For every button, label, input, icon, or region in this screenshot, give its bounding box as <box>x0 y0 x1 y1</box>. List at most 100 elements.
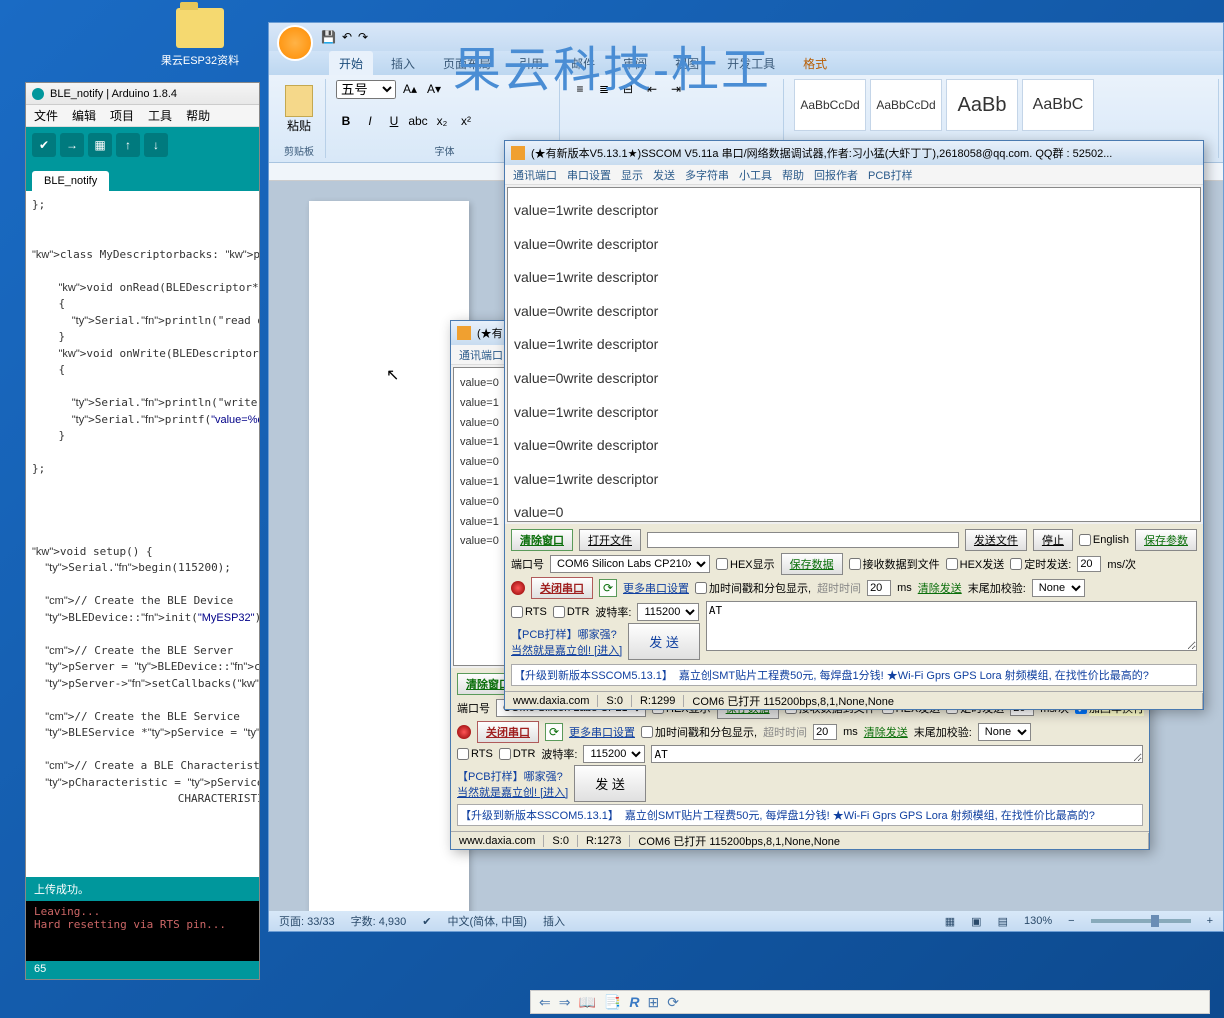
stop-button[interactable]: 停止 <box>1033 529 1073 551</box>
numbering-icon[interactable]: ≣ <box>594 79 614 99</box>
insert-mode[interactable]: 插入 <box>543 913 565 929</box>
more-serial-link[interactable]: 更多串口设置 <box>623 580 689 596</box>
menu-feedback[interactable]: 回报作者 <box>814 167 858 183</box>
shrink-font-icon[interactable]: A▾ <box>424 79 444 99</box>
underline-button[interactable]: U <box>384 111 404 131</box>
rts-check[interactable]: RTS <box>511 606 547 618</box>
new-button[interactable]: ▦ <box>88 133 112 157</box>
verify-button[interactable]: ✔ <box>32 133 56 157</box>
proofing-icon[interactable]: ✔ <box>422 915 431 928</box>
nav-expand-icon[interactable]: ⊞ <box>647 994 659 1011</box>
undo-icon[interactable]: ↶ <box>342 30 352 44</box>
multilevel-icon[interactable]: ⊟ <box>618 79 638 99</box>
page-indicator[interactable]: 页面: 33/33 <box>279 913 335 929</box>
menu-sketch[interactable]: 项目 <box>110 107 134 124</box>
checksum-select[interactable]: None <box>1032 579 1085 597</box>
timeout-input[interactable] <box>867 580 891 596</box>
word-count[interactable]: 字数: 4,930 <box>351 913 407 929</box>
nav-index-icon[interactable]: 📑 <box>604 994 621 1011</box>
desktop-folder[interactable]: 果云ESP32资料 <box>160 8 240 68</box>
clear-window-button[interactable]: 清除窗口 <box>511 529 573 551</box>
reload-button[interactable]: ⟳ <box>599 579 617 597</box>
tab-references[interactable]: 引用 <box>509 51 553 76</box>
nav-prev-icon[interactable]: ⇐ <box>539 994 551 1011</box>
code-editor[interactable]: }; "kw">class MyDescriptorbacks: "kw">pu… <box>26 191 259 877</box>
hex-show-check[interactable]: HEX显示 <box>716 556 775 572</box>
style-normal[interactable]: AaBbCcDd <box>794 79 866 131</box>
menu-help[interactable]: 帮助 <box>186 107 210 124</box>
superscript-button[interactable]: x² <box>456 111 476 131</box>
nav-next-icon[interactable]: ⇒ <box>559 994 571 1011</box>
tab-insert[interactable]: 插入 <box>381 51 425 76</box>
save-button[interactable]: ↓ <box>144 133 168 157</box>
tx-input[interactable]: AT <box>651 745 1143 763</box>
dtr-check[interactable]: DTR <box>553 606 590 618</box>
tab-layout[interactable]: 页面布局 <box>433 51 501 76</box>
timestamp-check[interactable]: 加时间戳和分包显示, <box>695 580 811 596</box>
menu-pcb[interactable]: PCB打样 <box>868 167 913 183</box>
reload-button[interactable]: ⟳ <box>545 723 563 741</box>
clear-send-link[interactable]: 清除发送 <box>864 724 908 740</box>
rx-to-file-check[interactable]: 接收数据到文件 <box>849 556 940 572</box>
send-file-button[interactable]: 发送文件 <box>965 529 1027 551</box>
upload-button[interactable]: → <box>60 133 84 157</box>
menu-multi-string[interactable]: 多字符串 <box>685 167 729 183</box>
grow-font-icon[interactable]: A▴ <box>400 79 420 99</box>
upgrade-link[interactable]: 【升级到新版本SSCOM5.13.1】 <box>514 667 673 683</box>
menu-tools[interactable]: 工具 <box>148 107 172 124</box>
timeout-input[interactable] <box>813 724 837 740</box>
zoom-in-icon[interactable]: + <box>1207 915 1213 927</box>
bold-button[interactable]: B <box>336 111 356 131</box>
style-heading1[interactable]: AaBb <box>946 79 1018 131</box>
bullets-icon[interactable]: ≡ <box>570 79 590 99</box>
menu-file[interactable]: 文件 <box>34 107 58 124</box>
view-print-icon[interactable]: ▦ <box>945 915 955 928</box>
style-heading2[interactable]: AaBbC <box>1022 79 1094 131</box>
more-serial-link[interactable]: 更多串口设置 <box>569 724 635 740</box>
menu-serial-settings[interactable]: 串口设置 <box>567 167 611 183</box>
word-titlebar[interactable]: 💾 ↶ ↷ <box>269 23 1223 51</box>
strike-button[interactable]: abc <box>408 111 428 131</box>
baud-select[interactable]: 115200 <box>583 745 645 763</box>
close-port-button[interactable]: 关闭串口 <box>531 577 593 599</box>
arduino-titlebar[interactable]: BLE_notify | Arduino 1.8.4 <box>26 83 259 105</box>
interval-input[interactable] <box>1077 556 1101 572</box>
checksum-select[interactable]: None <box>978 723 1031 741</box>
subscript-button[interactable]: x₂ <box>432 111 452 131</box>
zoom-slider[interactable] <box>1091 919 1191 923</box>
open-file-button[interactable]: 打开文件 <box>579 529 641 551</box>
menu-edit[interactable]: 编辑 <box>72 107 96 124</box>
zoom-level[interactable]: 130% <box>1024 915 1052 927</box>
close-port-button[interactable]: 关闭串口 <box>477 721 539 743</box>
save-params-button[interactable]: 保存参数 <box>1135 529 1197 551</box>
indent-dec-icon[interactable]: ⇤ <box>642 79 662 99</box>
port-select[interactable]: COM6 Silicon Labs CP210x U <box>550 555 710 573</box>
sketch-tab[interactable]: BLE_notify <box>32 171 109 191</box>
footer-site[interactable]: www.daxia.com <box>451 835 544 847</box>
clear-send-link[interactable]: 清除发送 <box>918 580 962 596</box>
open-button[interactable]: ↑ <box>116 133 140 157</box>
menu-display[interactable]: 显示 <box>621 167 643 183</box>
view-fullscreen-icon[interactable]: ▣ <box>971 915 981 928</box>
hex-send-check[interactable]: HEX发送 <box>946 556 1005 572</box>
nav-refresh-icon[interactable]: ⟳ <box>667 994 679 1011</box>
english-check[interactable]: English <box>1079 534 1129 546</box>
paste-button[interactable]: 粘贴 <box>279 79 319 139</box>
save-icon[interactable]: 💾 <box>321 30 336 44</box>
file-path-input[interactable] <box>647 532 959 548</box>
sscom-front-titlebar[interactable]: (★有新版本V5.13.1★)SSCOM V5.11a 串口/网络数据调试器,作… <box>505 141 1203 165</box>
upgrade-link[interactable]: 【升级到新版本SSCOM5.13.1】 <box>460 807 619 823</box>
save-data-button[interactable]: 保存数据 <box>781 553 843 575</box>
tab-view[interactable]: 视图 <box>665 51 709 76</box>
menu-help[interactable]: 帮助 <box>782 167 804 183</box>
timed-send-check[interactable]: 定时发送: <box>1010 556 1071 572</box>
timestamp-check[interactable]: 加时间戳和分包显示, <box>641 724 757 740</box>
tab-home[interactable]: 开始 <box>329 51 373 76</box>
tx-input[interactable]: AT <box>706 601 1197 651</box>
dtr-check[interactable]: DTR <box>499 748 536 760</box>
style-nospacing[interactable]: AaBbCcDd <box>870 79 942 131</box>
send-button[interactable]: 发 送 <box>574 765 646 802</box>
redo-icon[interactable]: ↷ <box>358 30 368 44</box>
italic-button[interactable]: I <box>360 111 380 131</box>
send-button[interactable]: 发 送 <box>628 623 700 660</box>
